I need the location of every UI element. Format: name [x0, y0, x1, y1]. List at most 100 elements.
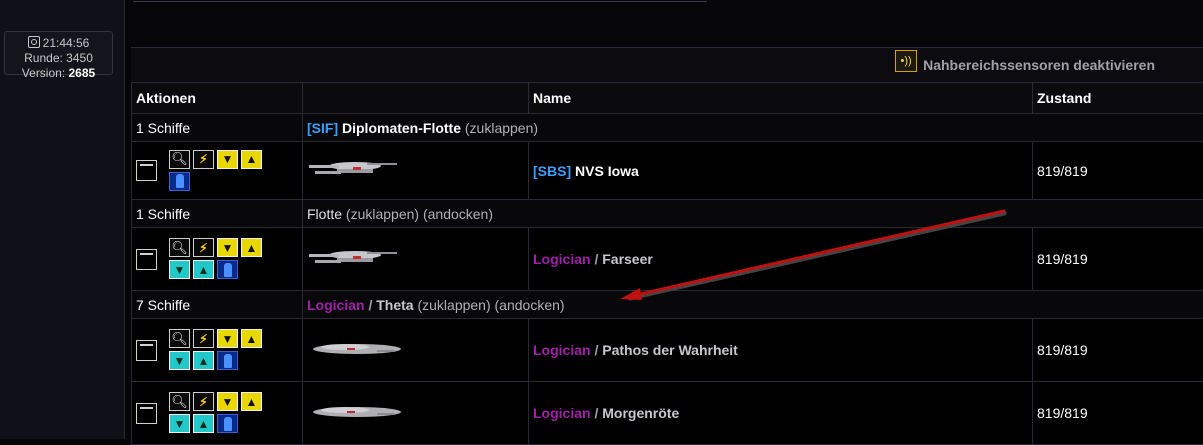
fleet-group-row: 1 Schiffe [SIF] Diplomaten-Flotte (zukla…	[132, 114, 1203, 142]
beam-icon[interactable]	[217, 351, 238, 370]
select-checkbox[interactable]	[136, 249, 157, 270]
energy-icon[interactable]: ⚡︎	[193, 392, 214, 411]
status-box: 21:44:56 Runde: 3450 Version: 2685	[4, 31, 113, 75]
name-separator: /	[594, 251, 598, 267]
inspect-icon[interactable]: 🔍︎	[169, 150, 190, 169]
dock-link[interactable]: (andocken)	[423, 206, 493, 222]
select-checkbox[interactable]	[136, 160, 157, 181]
ship-name-cell: Logician / Farseer	[529, 228, 1033, 291]
group-count: 1 Schiffe	[132, 200, 303, 228]
ship-state: 819/819	[1033, 228, 1203, 291]
inspect-icon[interactable]: 🔍︎	[169, 238, 190, 257]
ship-image[interactable]	[307, 338, 402, 360]
group-title: [SIF] Diplomaten-Flotte (zuklappen)	[303, 114, 1203, 142]
group-name: Theta	[376, 297, 413, 313]
move-up-icon[interactable]: ▲	[241, 329, 262, 348]
name-separator: /	[594, 405, 598, 421]
ship-name[interactable]: Farseer	[602, 251, 653, 267]
beam-icon[interactable]	[217, 260, 238, 279]
collapse-link[interactable]: (zuklappen)	[417, 297, 490, 313]
ship-state: 819/819	[1033, 142, 1203, 200]
move-down-icon[interactable]: ▼	[217, 329, 238, 348]
energy-icon[interactable]: ⚡︎	[193, 329, 214, 348]
ship-owner[interactable]: Logician	[533, 251, 591, 267]
sensor-bar: •)) Nahbereichssensoren deaktivieren	[131, 47, 1203, 83]
ship-image-cell	[303, 382, 529, 445]
collapse-link[interactable]: (zuklappen)	[346, 206, 419, 222]
header-actions: Aktionen	[132, 83, 303, 114]
ship-row: 🔍︎ ⚡︎ ▼ ▲ [SBS] NVS Iowa 819/819	[132, 142, 1203, 200]
ship-image-cell	[303, 319, 529, 382]
ship-tag: [SBS]	[533, 163, 571, 179]
sensor-icon: •))	[895, 50, 917, 72]
fleet-table: Aktionen Name Zustand 1 Schiffe [SIF] Di…	[131, 82, 1203, 445]
dock-down-icon[interactable]: ▼	[169, 260, 190, 279]
clock-icon	[28, 36, 40, 48]
ship-owner[interactable]: Logician	[533, 342, 591, 358]
sensor-label: Nahbereichssensoren deaktivieren	[923, 57, 1155, 73]
ship-name[interactable]: Pathos der Wahrheit	[602, 342, 738, 358]
group-tag: [SIF]	[307, 120, 338, 136]
select-checkbox[interactable]	[136, 340, 157, 361]
beam-icon[interactable]	[169, 172, 190, 191]
version-value: 2685	[69, 66, 96, 80]
dock-up-icon[interactable]: ▲	[193, 414, 214, 433]
ship-image-cell	[303, 228, 529, 291]
fleet-group-row: 7 Schiffe Logician / Theta (zuklappen) (…	[132, 291, 1203, 319]
collapse-link[interactable]: (zuklappen)	[465, 120, 538, 136]
dock-link[interactable]: (andocken)	[495, 297, 565, 313]
ship-row: 🔍︎ ⚡︎ ▼ ▲ ▼ ▲ Logician / Morgenröt	[132, 382, 1203, 445]
server-time: 21:44:56	[43, 36, 90, 50]
name-separator: /	[368, 297, 372, 313]
group-count: 1 Schiffe	[132, 114, 303, 142]
ship-row: 🔍︎ ⚡︎ ▼ ▲ ▼ ▲ Logician / Pathos de	[132, 319, 1203, 382]
ship-state: 819/819	[1033, 382, 1203, 445]
inspect-icon[interactable]: 🔍︎	[169, 392, 190, 411]
ship-name[interactable]: Morgenröte	[602, 405, 679, 421]
table-header-row: Aktionen Name Zustand	[132, 83, 1203, 114]
dock-down-icon[interactable]: ▼	[169, 351, 190, 370]
ship-name-cell: Logician / Pathos der Wahrheit	[529, 319, 1033, 382]
group-title: Flotte (zuklappen) (andocken)	[303, 200, 1203, 228]
group-name: Diplomaten-Flotte	[342, 120, 461, 136]
name-separator: /	[594, 342, 598, 358]
version-label: Version:	[22, 66, 65, 80]
ship-name-cell: Logician / Morgenröte	[529, 382, 1033, 445]
dock-up-icon[interactable]: ▲	[193, 260, 214, 279]
energy-icon[interactable]: ⚡︎	[193, 238, 214, 257]
round-label: Runde:	[24, 51, 63, 65]
move-up-icon[interactable]: ▲	[241, 238, 262, 257]
move-up-icon[interactable]: ▲	[241, 392, 262, 411]
ship-row: 🔍︎ ⚡︎ ▼ ▲ ▼ ▲ Logician	[132, 228, 1203, 291]
inspect-icon[interactable]: 🔍︎	[169, 329, 190, 348]
move-down-icon[interactable]: ▼	[217, 150, 238, 169]
group-owner[interactable]: Logician	[307, 297, 365, 313]
dock-up-icon[interactable]: ▲	[193, 351, 214, 370]
move-down-icon[interactable]: ▼	[217, 238, 238, 257]
group-name: Flotte	[307, 206, 342, 222]
header-state: Zustand	[1033, 83, 1203, 114]
ship-name[interactable]: NVS Iowa	[575, 163, 639, 179]
ship-name-cell: [SBS] NVS Iowa	[529, 142, 1033, 200]
ship-image[interactable]	[307, 247, 402, 269]
ship-image[interactable]	[307, 158, 402, 180]
group-title: Logician / Theta (zuklappen) (andocken)	[303, 291, 1203, 319]
ship-image[interactable]	[307, 401, 402, 423]
select-checkbox[interactable]	[136, 403, 157, 424]
ship-state: 819/819	[1033, 319, 1203, 382]
beam-icon[interactable]	[217, 414, 238, 433]
energy-icon[interactable]: ⚡︎	[193, 150, 214, 169]
move-up-icon[interactable]: ▲	[241, 150, 262, 169]
fleet-group-row: 1 Schiffe Flotte (zuklappen) (andocken)	[132, 200, 1203, 228]
sidebar: 21:44:56 Runde: 3450 Version: 2685	[0, 0, 125, 439]
group-count: 7 Schiffe	[132, 291, 303, 319]
ship-image-cell	[303, 142, 529, 200]
move-down-icon[interactable]: ▼	[217, 392, 238, 411]
ship-owner[interactable]: Logician	[533, 405, 591, 421]
top-panel	[133, 0, 707, 2]
header-name: Name	[529, 83, 1033, 114]
header-image	[303, 83, 529, 114]
dock-down-icon[interactable]: ▼	[169, 414, 190, 433]
toggle-sensors-button[interactable]: •)) Nahbereichssensoren deaktivieren	[895, 53, 1155, 77]
round-value: 3450	[66, 51, 93, 65]
